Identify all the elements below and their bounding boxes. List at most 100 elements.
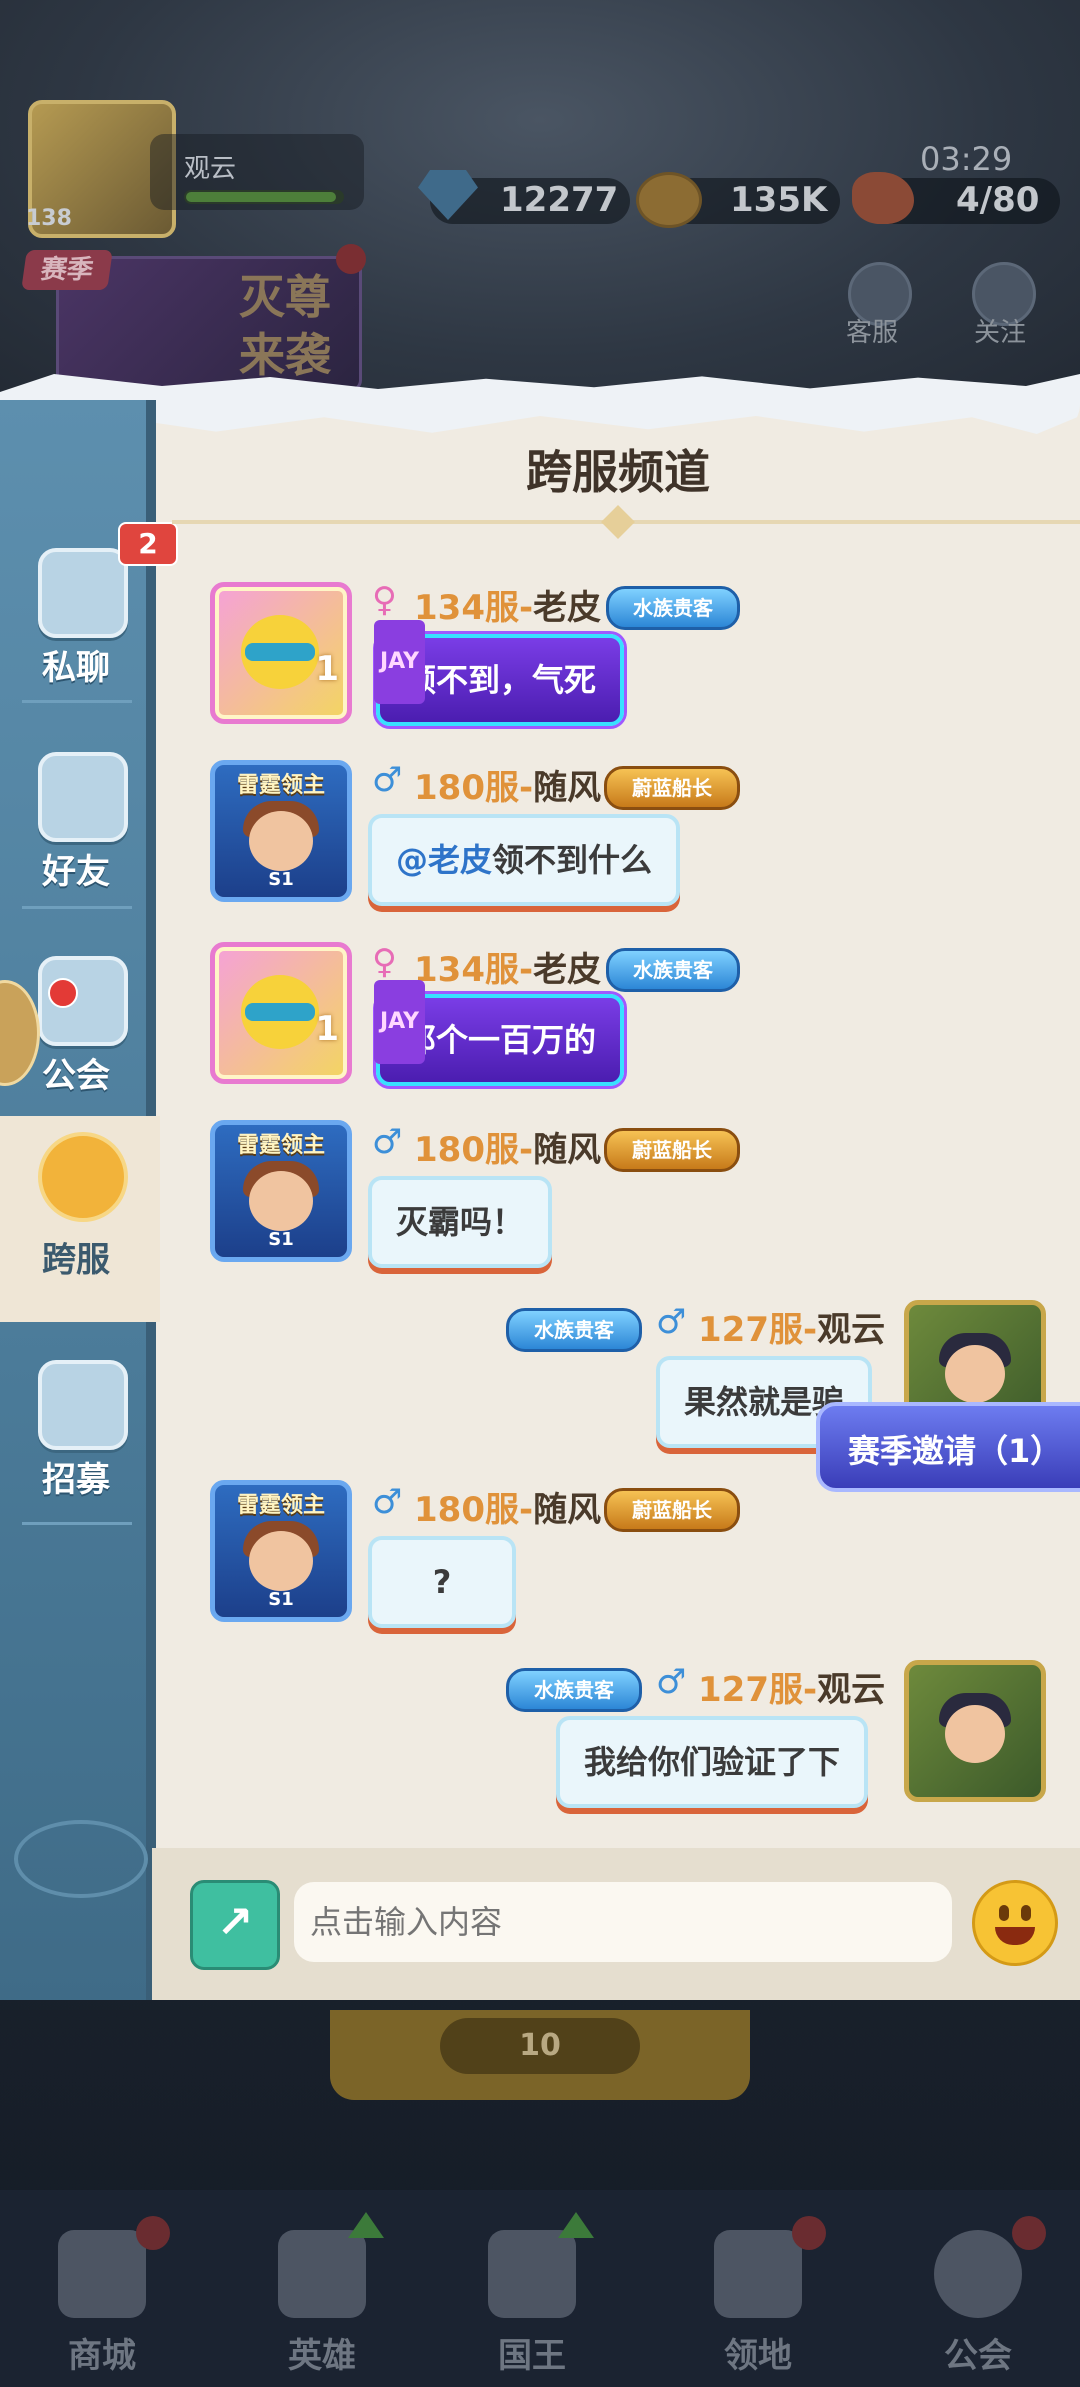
nav-hero[interactable]: 英雄 xyxy=(232,2210,412,2380)
season-invite-button[interactable]: 赛季邀请（1） xyxy=(816,1402,1080,1492)
sender-name: 134服-老皮 xyxy=(414,580,601,629)
sender-name: 180服-随风 xyxy=(414,760,601,809)
sender-name: 180服-随风 xyxy=(414,1122,601,1171)
avatar-season: S1 xyxy=(268,1229,294,1250)
message-text: 我给你们验证了下 xyxy=(584,1743,841,1781)
service-label: 客服 xyxy=(846,318,899,348)
nav-king[interactable]: 国王 xyxy=(442,2210,622,2380)
season-banner-text: 灭尊来袭 xyxy=(239,270,331,382)
nav-label: 国王 xyxy=(498,2336,566,2376)
planet-watermark-icon xyxy=(14,1820,148,1898)
title-badge: 水族贵客 xyxy=(606,586,740,630)
helmet-icon xyxy=(278,2230,366,2318)
female-icon: ♀ xyxy=(372,942,397,982)
tab-divider xyxy=(22,700,132,703)
nav-label: 商城 xyxy=(68,2336,136,2376)
sender-name: 127服-观云 xyxy=(698,1662,885,1711)
avatar-season: S1 xyxy=(268,1589,294,1610)
crown-icon xyxy=(488,2230,576,2318)
message-text: 领不到什么 xyxy=(492,841,653,879)
avatar-guanyun[interactable] xyxy=(904,1660,1046,1802)
avatar-suifeng[interactable]: 雷霆领主 S1 xyxy=(210,1480,352,1622)
nav-red-dot xyxy=(792,2216,826,2250)
title-badge: 蔚蓝船长 xyxy=(604,766,740,810)
sunglasses xyxy=(245,643,315,661)
mention[interactable]: @老皮 xyxy=(396,841,492,879)
chat-bubble: JAY 领不到，气死 xyxy=(374,620,625,726)
guild-red-dot xyxy=(48,978,78,1008)
chat-bubble: JAY 那个一百万的 xyxy=(374,980,625,1086)
nickname: 观云 xyxy=(817,1670,886,1710)
server-id: 134服- xyxy=(414,950,534,990)
avatar-face xyxy=(945,1705,1005,1763)
tab-label: 招募 xyxy=(42,1460,110,1500)
nav-territory[interactable]: 领地 xyxy=(668,2210,848,2380)
emoji-button[interactable] xyxy=(972,1880,1058,1966)
tab-friends[interactable]: 好友 xyxy=(0,736,152,926)
male-icon: ♂ xyxy=(372,1482,403,1522)
title-badge: 水族贵客 xyxy=(606,948,740,992)
emoji-eye xyxy=(1021,1905,1031,1921)
avatar-face xyxy=(249,1171,313,1231)
handshake-icon xyxy=(38,1360,128,1450)
bubble-tag: JAY xyxy=(374,620,426,704)
chat-bubble: 灭霸吗！ xyxy=(368,1176,553,1268)
nickname: 老皮 xyxy=(533,588,602,628)
planet-icon xyxy=(934,2230,1022,2318)
follow-label: 关注 xyxy=(974,318,1027,348)
server-id: 127服- xyxy=(698,1310,818,1350)
friends-icon xyxy=(38,752,128,842)
summon-cost: 10 xyxy=(440,2018,640,2074)
share-icon: ↗ xyxy=(216,1897,254,1948)
server-id: 127服- xyxy=(698,1670,818,1710)
nav-guild[interactable]: 公会 xyxy=(888,2210,1068,2380)
title-badge: 水族贵客 xyxy=(506,1668,642,1712)
male-icon: ♂ xyxy=(372,1122,403,1162)
emoji-eye xyxy=(999,1905,1009,1921)
message-input[interactable] xyxy=(294,1882,952,1962)
castle-icon xyxy=(714,2230,802,2318)
male-icon: ♂ xyxy=(372,760,403,800)
male-icon: ♂ xyxy=(656,1302,687,1342)
avatar-face xyxy=(249,1531,313,1591)
server-id: 180服- xyxy=(414,768,534,808)
nickname: 老皮 xyxy=(533,950,602,990)
sender-name: 127服-观云 xyxy=(698,1302,885,1351)
message-text: 领不到，气死 xyxy=(404,661,597,699)
avatar-laopi[interactable]: 1 xyxy=(210,582,352,724)
avatar-number: 1 xyxy=(315,1009,339,1049)
chat-bubble-icon xyxy=(38,548,128,638)
emoji-mouth xyxy=(995,1927,1035,1945)
nav-label: 英雄 xyxy=(288,2336,356,2376)
tab-label: 跨服 xyxy=(42,1240,110,1280)
avatar-suifeng[interactable]: 雷霆领主 S1 xyxy=(210,760,352,902)
server-id: 180服- xyxy=(414,1490,534,1530)
avatar-title: 雷霆领主 xyxy=(236,773,325,798)
player-name: 观云 xyxy=(184,154,237,184)
share-button[interactable]: ↗ xyxy=(190,1880,280,1970)
avatar-suifeng[interactable]: 雷霆领主 S1 xyxy=(210,1120,352,1262)
planet-icon xyxy=(38,1132,128,1222)
nav-shop[interactable]: 商城 xyxy=(12,2210,192,2380)
bubble-tag: JAY xyxy=(374,980,426,1064)
unread-badge: 2 xyxy=(118,522,178,566)
player-level: 138 xyxy=(26,206,72,231)
upgrade-arrow-icon xyxy=(558,2212,594,2238)
message-text: 灭霸吗！ xyxy=(396,1203,525,1241)
nav-label: 公会 xyxy=(944,2336,1012,2376)
server-id: 134服- xyxy=(414,588,534,628)
tab-cross-server[interactable]: 跨服 xyxy=(0,1116,160,1322)
avatar-laopi[interactable]: 1 xyxy=(210,942,352,1084)
tab-recruit[interactable]: 招募 xyxy=(0,1344,152,1534)
female-icon: ♀ xyxy=(372,580,397,620)
nickname: 随风 xyxy=(533,768,602,808)
gem-value: 12277 xyxy=(500,180,619,220)
nav-red-dot xyxy=(136,2216,170,2250)
title-badge: 水族贵客 xyxy=(506,1308,642,1352)
tab-label: 好友 xyxy=(42,852,110,892)
sender-name: 180服-随风 xyxy=(414,1482,601,1531)
season-tag: 赛季 xyxy=(21,250,113,290)
xp-bar-fill xyxy=(186,192,336,202)
nickname: 随风 xyxy=(533,1130,602,1170)
tab-label: 私聊 xyxy=(42,648,110,688)
